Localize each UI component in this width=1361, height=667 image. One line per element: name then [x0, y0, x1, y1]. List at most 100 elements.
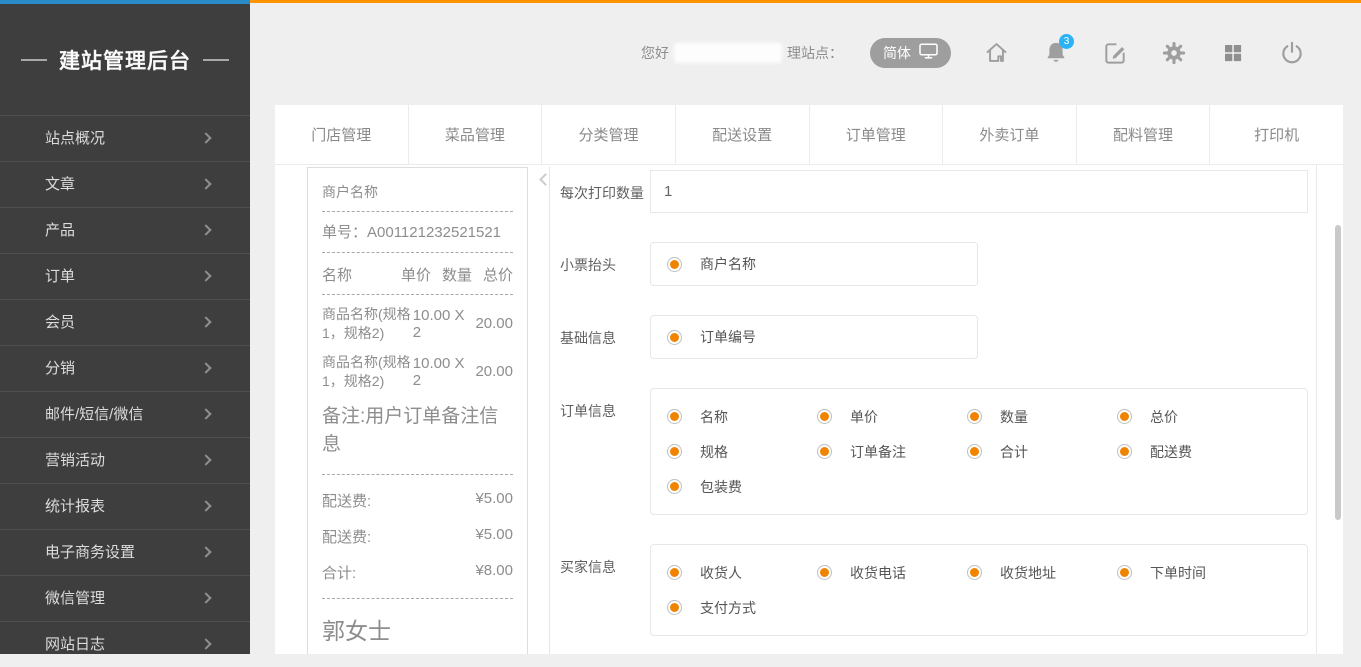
- settings-row-label: 订单信息: [560, 388, 650, 515]
- sidebar-item[interactable]: 电子商务设置: [0, 529, 250, 575]
- radio-option-label: 收货电话: [850, 563, 906, 583]
- radio-option[interactable]: 配送费: [1117, 434, 1267, 469]
- sidebar-item[interactable]: 站点概况: [0, 115, 250, 161]
- sidebar-item[interactable]: 网站日志: [0, 621, 250, 667]
- receipt-item-row: 商品名称(规格1，规格2)10.00 X 220.00: [322, 305, 513, 343]
- radio-option[interactable]: 合计: [967, 434, 1117, 469]
- fee-value: ¥8.00: [475, 562, 513, 583]
- chevron-right-icon: [200, 316, 211, 327]
- gear-icon[interactable]: [1160, 39, 1187, 66]
- col-total: 总价: [483, 264, 513, 285]
- tab-分类管理[interactable]: 分类管理: [542, 105, 676, 164]
- sidebar-item[interactable]: 产品: [0, 207, 250, 253]
- sidebar-item[interactable]: 分销: [0, 345, 250, 391]
- notification-badge: 3: [1059, 34, 1074, 49]
- fee-value: ¥5.00: [475, 490, 513, 511]
- sidebar-item[interactable]: 营销活动: [0, 437, 250, 483]
- chevron-right-icon: [200, 362, 211, 373]
- sidebar-item-label: 微信管理: [45, 590, 105, 607]
- radio-selected-icon[interactable]: [667, 565, 682, 580]
- title-dash-left: [21, 59, 47, 61]
- radio-option[interactable]: 包装费: [667, 469, 817, 504]
- options-box: 收货人 收货电话 收货地址下单时间支付方式: [650, 544, 1308, 636]
- chevron-right-icon: [200, 500, 211, 511]
- power-icon[interactable]: [1278, 39, 1305, 66]
- receipt-fee-row: 配送费:¥5.00: [322, 490, 513, 511]
- radio-selected-icon[interactable]: [667, 444, 682, 459]
- radio-selected-icon[interactable]: [667, 600, 682, 615]
- radio-option[interactable]: 收货地址: [967, 555, 1117, 590]
- radio-selected-icon[interactable]: [817, 444, 832, 459]
- radio-selected-icon[interactable]: [817, 409, 832, 424]
- home-icon[interactable]: [983, 39, 1010, 66]
- radio-selected-icon[interactable]: [967, 409, 982, 424]
- sidebar-item[interactable]: 邮件/短信/微信: [0, 391, 250, 437]
- radio-selected-icon[interactable]: [1117, 409, 1132, 424]
- divider: [322, 598, 513, 599]
- print-count-input[interactable]: [650, 170, 1308, 213]
- greeting-suffix: 理站点：: [787, 43, 843, 63]
- fee-label: 配送费:: [322, 526, 371, 547]
- tab-外卖订单[interactable]: 外卖订单: [943, 105, 1077, 164]
- tab-配送设置[interactable]: 配送设置: [676, 105, 810, 164]
- radio-selected-icon[interactable]: [967, 565, 982, 580]
- sidebar-item-label: 网站日志: [45, 636, 105, 653]
- radio-option[interactable]: 下单时间: [1117, 555, 1267, 590]
- divider: [322, 211, 513, 212]
- tab-菜品管理[interactable]: 菜品管理: [409, 105, 543, 164]
- radio-selected-icon[interactable]: [1117, 565, 1132, 580]
- radio-selected-icon[interactable]: [667, 479, 682, 494]
- radio-selected-icon[interactable]: [817, 565, 832, 580]
- radio-selected-icon[interactable]: [667, 257, 682, 272]
- radio-option[interactable]: 支付方式: [667, 590, 817, 625]
- receipt-fees: 配送费:¥5.00配送费:¥5.00合计:¥8.00: [322, 490, 513, 583]
- radio-option[interactable]: 名称: [667, 399, 817, 434]
- edit-icon[interactable]: [1101, 39, 1128, 66]
- greeting-prefix: 您好: [641, 43, 669, 63]
- divider: [322, 294, 513, 295]
- sidebar-item[interactable]: 微信管理: [0, 575, 250, 621]
- radio-option[interactable]: 数量: [967, 399, 1117, 434]
- redacted-username: [674, 43, 782, 63]
- radio-selected-icon[interactable]: [667, 330, 682, 345]
- radio-option[interactable]: 商户名称: [667, 254, 756, 274]
- radio-option-label: 收货人: [700, 563, 742, 583]
- tab-bar: 门店管理菜品管理分类管理配送设置订单管理外卖订单配料管理打印机: [275, 105, 1343, 165]
- print-settings-form: 每次打印数量 小票抬头商户名称基础信息订单编号订单信息名称单价数量总价规格订单备…: [560, 170, 1308, 665]
- radio-option[interactable]: 订单备注: [817, 434, 967, 469]
- radio-option[interactable]: 规格: [667, 434, 817, 469]
- radio-option[interactable]: 收货人: [667, 555, 817, 590]
- tab-配料管理[interactable]: 配料管理: [1077, 105, 1211, 164]
- apps-grid-icon[interactable]: [1219, 39, 1246, 66]
- chevron-right-icon: [200, 224, 211, 235]
- radio-option[interactable]: 收货电话: [817, 555, 967, 590]
- receipt-order-number: 单号：A001121232521521: [322, 221, 513, 242]
- bell-icon[interactable]: 3: [1042, 39, 1069, 66]
- radio-option[interactable]: 总价: [1117, 399, 1267, 434]
- receipt-items: 商品名称(规格1，规格2)10.00 X 220.00商品名称(规格1，规格2)…: [322, 305, 513, 391]
- radio-option[interactable]: 单价: [817, 399, 967, 434]
- radio-option-label: 单价: [850, 407, 878, 427]
- radio-selected-icon[interactable]: [1117, 444, 1132, 459]
- tab-门店管理[interactable]: 门店管理: [275, 105, 409, 164]
- sidebar-item[interactable]: 订单: [0, 253, 250, 299]
- radio-selected-icon[interactable]: [967, 444, 982, 459]
- fee-label: 合计:: [322, 562, 356, 583]
- radio-selected-icon[interactable]: [667, 409, 682, 424]
- chevron-right-icon: [200, 408, 211, 419]
- sidebar-item[interactable]: 统计报表: [0, 483, 250, 529]
- language-pill-button[interactable]: 简体: [870, 38, 951, 68]
- app-title-text: 建站管理后台: [59, 45, 191, 75]
- settings-row: 基础信息订单编号: [560, 315, 1308, 359]
- radio-option[interactable]: 订单编号: [667, 327, 756, 347]
- content-card: 门店管理菜品管理分类管理配送设置订单管理外卖订单配料管理打印机 商户名称 单号：…: [275, 105, 1343, 654]
- sidebar-item[interactable]: 会员: [0, 299, 250, 345]
- item-total: 20.00: [475, 363, 513, 380]
- scrollbar-thumb[interactable]: [1335, 225, 1341, 520]
- tab-打印机[interactable]: 打印机: [1210, 105, 1343, 164]
- sidebar-item[interactable]: 文章: [0, 161, 250, 207]
- receipt-table-header: 名称 单价 数量 总价: [322, 264, 513, 285]
- receipt-fee-row: 合计: ¥8.00: [322, 562, 513, 583]
- tab-订单管理[interactable]: 订单管理: [810, 105, 944, 164]
- title-dash-right: [203, 59, 229, 61]
